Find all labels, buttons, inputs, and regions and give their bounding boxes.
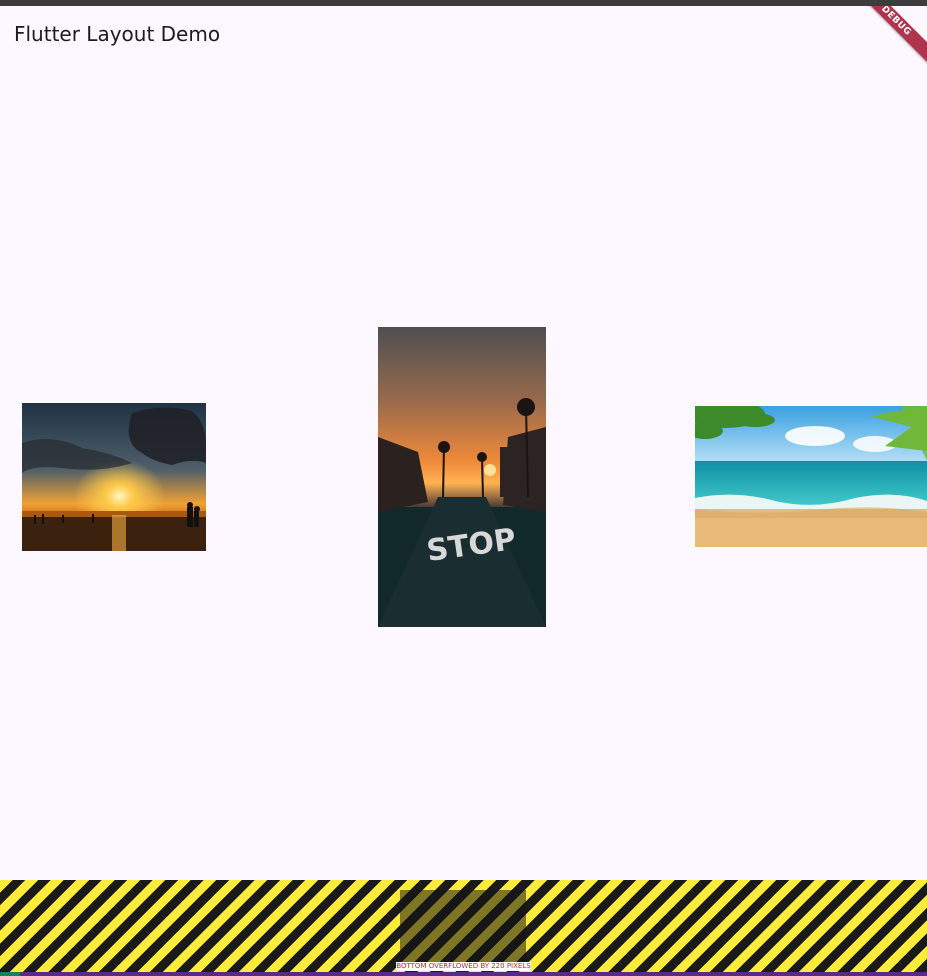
remote-indicator: [0, 972, 20, 976]
flutter-app: Flutter Layout Demo DEBUG STOP: [0, 6, 927, 880]
app-title: Flutter Layout Demo: [14, 22, 221, 46]
beach-photo: [695, 406, 927, 547]
overflow-message: BOTTOM OVERFLOWED BY 220 PIXELS: [396, 962, 531, 971]
debug-banner: DEBUG: [845, 6, 927, 72]
sunset-photo: [22, 403, 206, 551]
stop-street-photo: STOP: [378, 327, 546, 627]
editor-status-bar: [0, 972, 927, 976]
overflow-warning-stripes: BOTTOM OVERFLOWED BY 220 PIXELS: [0, 880, 927, 972]
overflow-shade-box: [400, 890, 526, 962]
